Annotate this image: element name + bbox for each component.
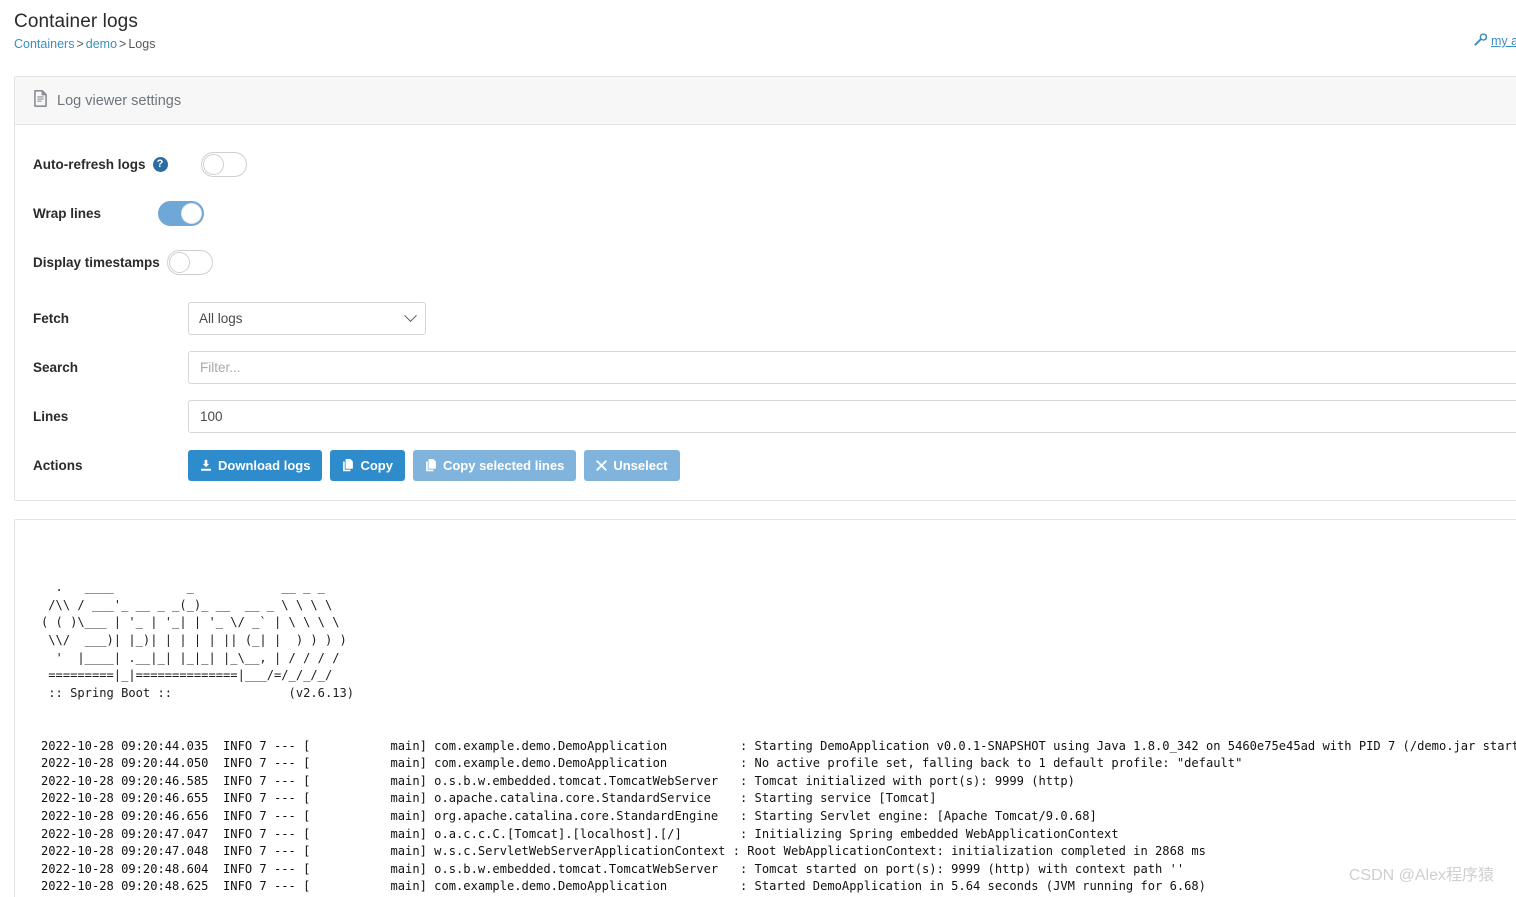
auto-refresh-label-group: Auto-refresh logs ? bbox=[33, 156, 173, 172]
download-logs-label: Download logs bbox=[218, 457, 311, 473]
log-line[interactable]: 2022-10-28 09:20:44.035 INFO 7 --- [ mai… bbox=[41, 738, 1516, 756]
log-line[interactable]: 2022-10-28 09:20:48.604 INFO 7 --- [ mai… bbox=[41, 861, 1516, 879]
search-input[interactable] bbox=[188, 350, 1516, 384]
close-icon bbox=[596, 459, 608, 471]
fetch-label: Fetch bbox=[33, 310, 70, 326]
auto-refresh-control bbox=[173, 151, 1499, 177]
wrap-lines-control bbox=[158, 200, 1499, 226]
actions-label: Actions bbox=[33, 457, 83, 473]
download-icon bbox=[200, 459, 212, 472]
log-lines: 2022-10-28 09:20:44.035 INFO 7 --- [ mai… bbox=[41, 738, 1516, 897]
chevron-down-icon bbox=[404, 308, 417, 322]
breadcrumb-separator-2: > bbox=[119, 37, 127, 51]
breadcrumb-current: Logs bbox=[128, 37, 156, 51]
row-fetch: Fetch All logs bbox=[33, 301, 1499, 335]
log-line[interactable]: 2022-10-28 09:20:47.047 INFO 7 --- [ mai… bbox=[41, 826, 1516, 844]
fetch-select-value: All logs bbox=[199, 310, 243, 326]
display-timestamps-label: Display timestamps bbox=[33, 254, 160, 270]
actions-control: Download logs Copy Copy selected lines U… bbox=[188, 449, 1499, 481]
toggle-knob bbox=[203, 153, 224, 175]
copy-selected-lines-label: Copy selected lines bbox=[442, 457, 565, 473]
row-auto-refresh: Auto-refresh logs ? bbox=[33, 147, 1499, 181]
row-lines: Lines bbox=[33, 399, 1516, 433]
log-viewer-settings-card: Log viewer settings Auto-refresh logs ? … bbox=[14, 76, 1516, 501]
fetch-select[interactable]: All logs bbox=[188, 301, 426, 335]
unselect-label: Unselect bbox=[613, 457, 668, 473]
help-icon[interactable]: ? bbox=[152, 156, 168, 172]
wrap-lines-toggle[interactable] bbox=[158, 200, 204, 226]
lines-input[interactable] bbox=[188, 399, 1516, 433]
download-logs-button[interactable]: Download logs bbox=[188, 449, 323, 481]
breadcrumb-containers[interactable]: Containers bbox=[14, 37, 74, 51]
log-line[interactable]: 2022-10-28 09:20:46.656 INFO 7 --- [ mai… bbox=[41, 808, 1516, 826]
copy-icon bbox=[425, 458, 437, 472]
wrap-lines-label: Wrap lines bbox=[33, 205, 102, 221]
breadcrumb-separator-1: > bbox=[76, 37, 84, 51]
row-wrap-lines: Wrap lines bbox=[33, 196, 1499, 230]
log-line[interactable]: 2022-10-28 09:20:46.655 INFO 7 --- [ mai… bbox=[41, 790, 1516, 808]
file-text-icon bbox=[33, 90, 48, 111]
wrench-icon bbox=[1474, 33, 1488, 49]
log-line[interactable]: 2022-10-28 09:20:46.585 INFO 7 --- [ mai… bbox=[41, 773, 1516, 791]
fetch-control: All logs bbox=[188, 301, 1499, 335]
row-actions: Actions Download logs Copy Copy selected… bbox=[33, 448, 1499, 482]
auto-refresh-label: Auto-refresh logs bbox=[33, 156, 146, 172]
copy-button[interactable]: Copy bbox=[330, 449, 405, 481]
toggle-knob bbox=[181, 202, 202, 224]
breadcrumb-demo[interactable]: demo bbox=[86, 37, 117, 51]
log-line[interactable]: 2022-10-28 09:20:47.048 INFO 7 --- [ mai… bbox=[41, 843, 1516, 861]
account-link-area[interactable]: my a bbox=[1474, 33, 1516, 49]
page-title: Container logs bbox=[14, 11, 138, 32]
settings-card-header: Log viewer settings bbox=[15, 77, 1516, 125]
lines-label: Lines bbox=[33, 408, 69, 424]
row-search: Search bbox=[33, 350, 1516, 384]
spring-boot-banner: . ____ _ __ _ _ /\\ / ___'_ __ _ _(_)_ _… bbox=[41, 580, 355, 700]
log-output-card: . ____ _ __ _ _ /\\ / ___'_ __ _ _(_)_ _… bbox=[14, 519, 1516, 897]
copy-icon bbox=[342, 458, 354, 472]
toggle-knob bbox=[169, 251, 190, 273]
lines-control bbox=[188, 399, 1516, 433]
row-display-timestamps: Display timestamps bbox=[33, 245, 1499, 279]
copy-selected-lines-button[interactable]: Copy selected lines bbox=[412, 449, 577, 481]
unselect-button[interactable]: Unselect bbox=[584, 449, 680, 481]
display-timestamps-control bbox=[167, 249, 1499, 275]
log-output[interactable]: . ____ _ __ _ _ /\\ / ___'_ __ _ _(_)_ _… bbox=[15, 520, 1516, 897]
account-link-label[interactable]: my a bbox=[1491, 34, 1516, 48]
search-label: Search bbox=[33, 359, 79, 375]
search-control bbox=[188, 350, 1516, 384]
auto-refresh-toggle[interactable] bbox=[201, 151, 247, 177]
display-timestamps-toggle[interactable] bbox=[167, 249, 213, 275]
copy-label: Copy bbox=[360, 457, 393, 473]
breadcrumb: Containers > demo > Logs bbox=[14, 36, 1516, 52]
log-line[interactable]: 2022-10-28 09:20:44.050 INFO 7 --- [ mai… bbox=[41, 755, 1516, 773]
settings-card-title: Log viewer settings bbox=[57, 92, 182, 109]
settings-card-body: Auto-refresh logs ? Wrap lines Display t… bbox=[15, 125, 1516, 482]
page-header: Container logs Containers > demo > Logs bbox=[0, 0, 1516, 52]
log-line[interactable]: 2022-10-28 09:20:48.625 INFO 7 --- [ mai… bbox=[41, 878, 1516, 896]
page-root: Container logs Containers > demo > Logs my a… bbox=[0, 0, 1516, 897]
